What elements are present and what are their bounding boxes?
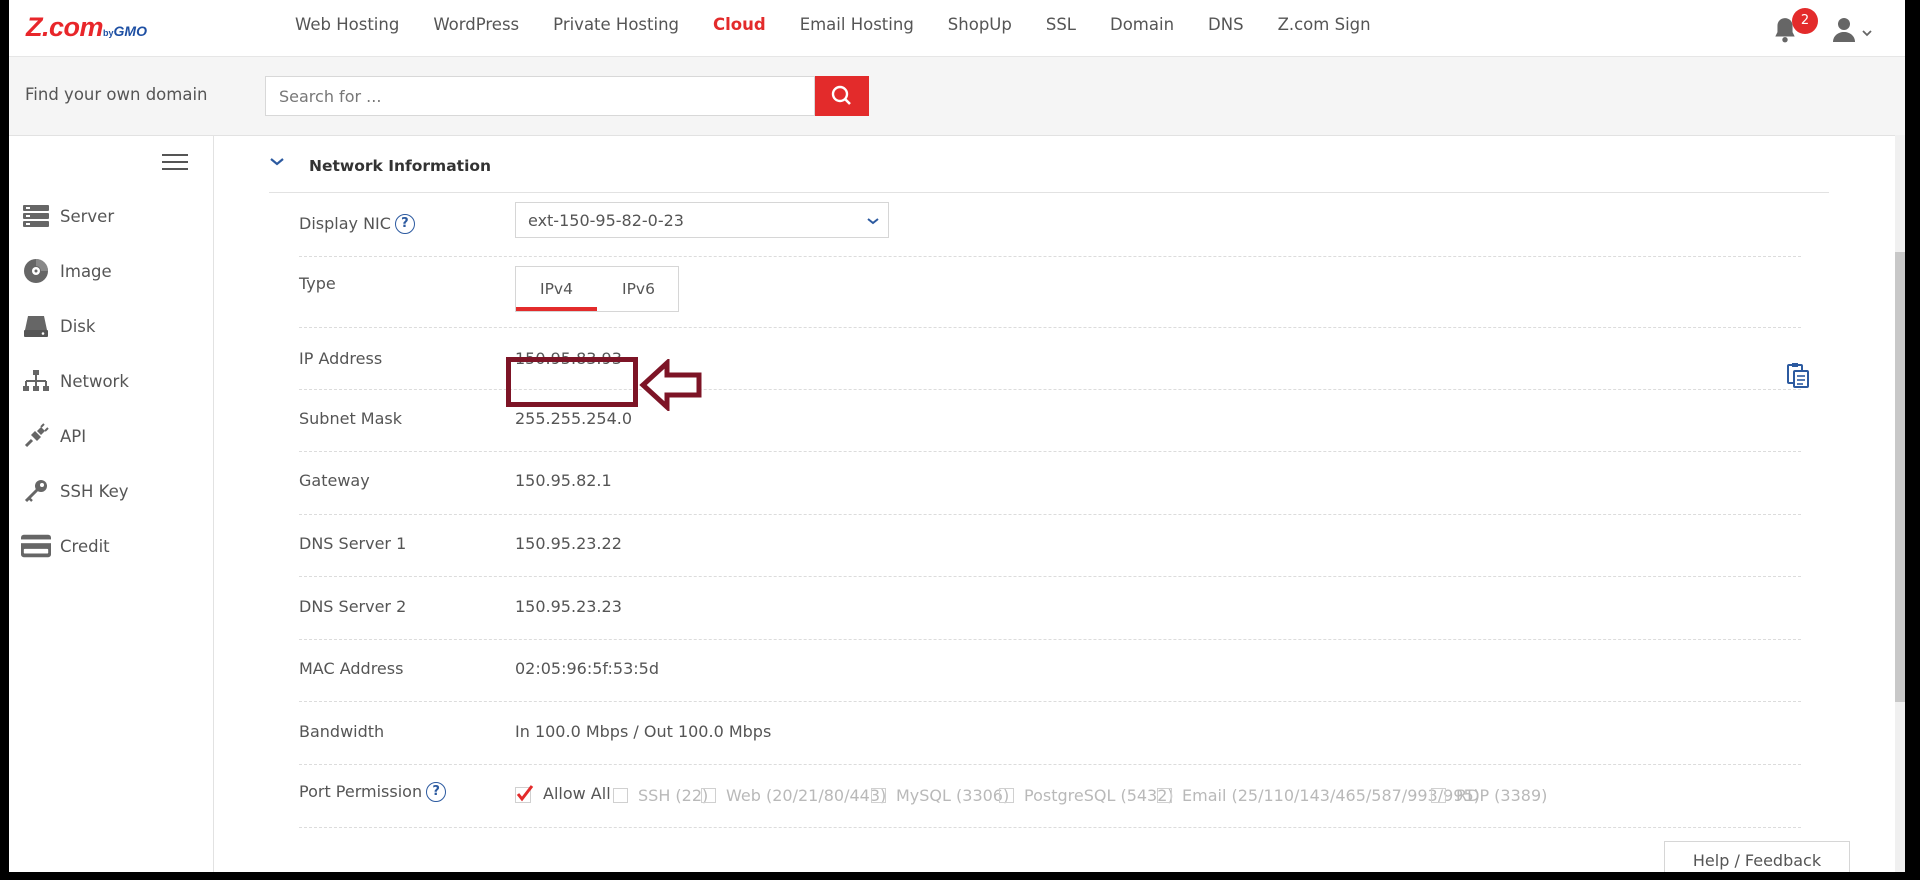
ip-address-label: IP Address [299,349,383,368]
mac-address-label: MAC Address [299,659,404,678]
port-permission-label: Port Permission [299,782,423,801]
nav-domain[interactable]: Domain [1110,15,1174,34]
domain-search-input[interactable] [265,76,815,116]
notification-badge: 2 [1792,8,1818,34]
subnet-mask-value: 255.255.254.0 [515,409,633,428]
app-frame: Z.combyGMO Web Hosting WordPress Private… [9,0,1905,872]
dns-server-2-label: DNS Server 2 [299,597,407,616]
image-icon [21,257,51,285]
left-arrow-annotation-icon [639,359,702,411]
ip-version-tabs: IPv4 IPv6 [515,266,679,312]
nav-cloud[interactable]: Cloud [713,15,766,34]
find-domain-label: Find your own domain [25,85,208,104]
search-button[interactable] [815,76,869,116]
main-content: Network Information Display NIC? ext-150… [214,136,1905,872]
sidebar-item-credit[interactable]: Credit [21,529,211,563]
nav-ssl[interactable]: SSL [1046,15,1076,34]
key-icon [21,477,51,505]
dns-server-1-value: 150.95.23.22 [515,534,622,553]
nav-private-hosting[interactable]: Private Hosting [553,15,679,34]
api-icon [21,422,51,450]
display-nic-row: Display NIC? ext-150-95-82-0-23 [299,192,1801,257]
gateway-label: Gateway [299,471,370,490]
sidebar-item-network[interactable]: Network [21,364,211,398]
sidebar: Server Image Disk Network API SSH Key Cr… [9,136,214,872]
postgresql-port-checkbox[interactable]: PostgreSQL (5432) [999,786,1174,805]
scrollbar-thumb[interactable] [1895,252,1905,702]
bandwidth-row: Bandwidth In 100.0 Mbps / Out 100.0 Mbps [299,701,1801,765]
allow-all-checkbox[interactable]: Allow All [515,784,611,803]
mac-address-row: MAC Address 02:05:96:5f:53:5d [299,639,1801,702]
checkmark-icon [515,784,534,803]
tab-ipv4[interactable]: IPv4 [540,280,573,298]
top-navigation: Z.combyGMO Web Hosting WordPress Private… [9,0,1905,57]
ssh-port-checkbox[interactable]: SSH (22) [613,786,708,805]
server-icon [21,202,51,230]
network-icon [21,367,51,395]
nav-email-hosting[interactable]: Email Hosting [800,15,914,34]
subnet-mask-label: Subnet Mask [299,409,403,428]
mac-address-value: 02:05:96:5f:53:5d [515,659,659,678]
type-row: Type IPv4 IPv6 [299,256,1801,328]
nav-wordpress[interactable]: WordPress [433,15,519,34]
nav-zcom-sign[interactable]: Z.com Sign [1278,15,1371,34]
zcom-logo[interactable]: Z.combyGMO [26,12,147,42]
user-menu-icon[interactable] [1832,16,1880,44]
display-nic-label: Display NIC [299,214,391,233]
gateway-row: Gateway 150.95.82.1 [299,451,1801,515]
chevron-down-icon [867,218,879,225]
port-permission-row: Port Permission? Allow All SSH (22) Web … [299,764,1801,828]
nav-web-hosting[interactable]: Web Hosting [295,15,399,34]
nav-shopup[interactable]: ShopUp [948,15,1012,34]
bandwidth-label: Bandwidth [299,722,385,741]
search-icon [831,85,851,105]
dns-server-2-row: DNS Server 2 150.95.23.23 [299,576,1801,640]
active-tab-indicator [516,307,597,311]
type-label: Type [299,274,336,293]
copy-clipboard-icon[interactable] [1786,362,1810,388]
disk-icon [21,312,51,340]
sidebar-item-image[interactable]: Image [21,254,211,288]
display-nic-select[interactable]: ext-150-95-82-0-23 [515,202,889,238]
main-nav: Web Hosting WordPress Private Hosting Cl… [295,15,1405,34]
help-feedback-button[interactable]: Help / Feedback [1664,841,1850,872]
domain-search-bar: Find your own domain [9,57,1905,136]
section-title: Network Information [309,157,492,175]
web-port-checkbox[interactable]: Web (20/21/80/443) [701,786,886,805]
chevron-down-icon[interactable] [269,154,285,170]
sidebar-item-api[interactable]: API [21,419,211,453]
rdp-port-checkbox[interactable]: RDP (3389) [1431,786,1547,805]
ip-highlight-box [506,357,638,407]
mysql-port-checkbox[interactable]: MySQL (3306) [871,786,1009,805]
sidebar-item-server[interactable]: Server [21,199,211,233]
network-information-header[interactable]: Network Information [269,136,1829,193]
help-question-icon[interactable]: ? [394,214,415,234]
help-question-icon[interactable]: ? [426,782,447,802]
bandwidth-value: In 100.0 Mbps / Out 100.0 Mbps [515,722,772,741]
credit-card-icon [21,532,51,560]
dns-server-1-label: DNS Server 1 [299,534,407,553]
dns-server-2-value: 150.95.23.23 [515,597,622,616]
hamburger-menu-icon[interactable] [162,154,188,174]
gateway-value: 150.95.82.1 [515,471,612,490]
nav-dns[interactable]: DNS [1208,15,1244,34]
dns-server-1-row: DNS Server 1 150.95.23.22 [299,514,1801,577]
sidebar-item-disk[interactable]: Disk [21,309,211,343]
sidebar-item-ssh-key[interactable]: SSH Key [21,474,211,508]
tab-ipv6[interactable]: IPv6 [622,280,655,298]
